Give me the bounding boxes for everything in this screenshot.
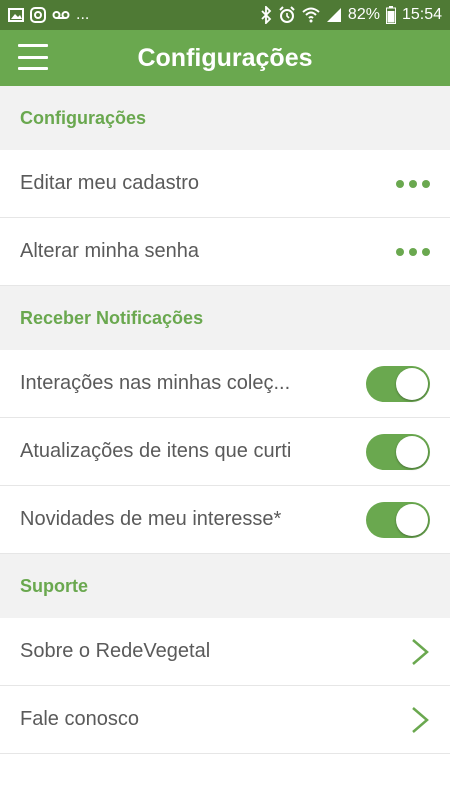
- change-password-row[interactable]: Alterar minha senha: [0, 218, 450, 286]
- chevron-right-icon: [412, 638, 429, 665]
- section-header-notificacoes: Receber Notificações: [0, 286, 450, 350]
- updates-label: Atualizações de itens que curti: [20, 440, 292, 462]
- hamburger-icon[interactable]: [18, 44, 48, 70]
- news-toggle[interactable]: [366, 501, 430, 538]
- about-row[interactable]: Sobre o RedeVegetal: [0, 618, 450, 686]
- status-bar: ... 82% 15:54: [0, 0, 450, 30]
- news-label: Novidades de meu interesse*: [20, 508, 282, 530]
- chevron-right-icon: [412, 706, 429, 733]
- edit-profile-row[interactable]: Editar meu cadastro: [0, 150, 450, 218]
- battery-percent: 82%: [347, 6, 380, 23]
- alarm-icon: [279, 6, 295, 23]
- wifi-icon: [302, 7, 320, 23]
- section-header-configuracoes: Configurações: [0, 86, 450, 150]
- updates-row[interactable]: Atualizações de itens que curti: [0, 418, 450, 486]
- empty-area: [0, 754, 450, 800]
- contact-label: Fale conosco: [20, 708, 139, 730]
- edit-profile-label: Editar meu cadastro: [20, 172, 199, 194]
- about-label: Sobre o RedeVegetal: [20, 640, 211, 662]
- instagram-icon: [30, 7, 46, 23]
- more-notifications: ...: [76, 6, 90, 23]
- section-header-suporte: Suporte: [0, 554, 450, 618]
- image-icon: [8, 8, 24, 22]
- change-password-label: Alterar minha senha: [20, 240, 199, 262]
- bluetooth-icon: [261, 6, 272, 24]
- news-row[interactable]: Novidades de meu interesse*: [0, 486, 450, 554]
- app-bar: Configurações: [0, 30, 450, 86]
- interactions-toggle[interactable]: [366, 365, 430, 402]
- updates-toggle[interactable]: [366, 433, 430, 470]
- contact-row[interactable]: Fale conosco: [0, 686, 450, 754]
- clock-time: 15:54: [401, 6, 442, 23]
- page-title: Configurações: [137, 44, 313, 72]
- signal-icon: [326, 8, 341, 22]
- battery-icon: [385, 6, 396, 24]
- more-dots-icon[interactable]: [396, 179, 430, 188]
- voicemail-icon: [52, 11, 70, 19]
- interactions-label: Interações nas minhas coleç...: [20, 372, 291, 394]
- interactions-row[interactable]: Interações nas minhas coleç...: [0, 350, 450, 418]
- more-dots-icon[interactable]: [396, 247, 430, 256]
